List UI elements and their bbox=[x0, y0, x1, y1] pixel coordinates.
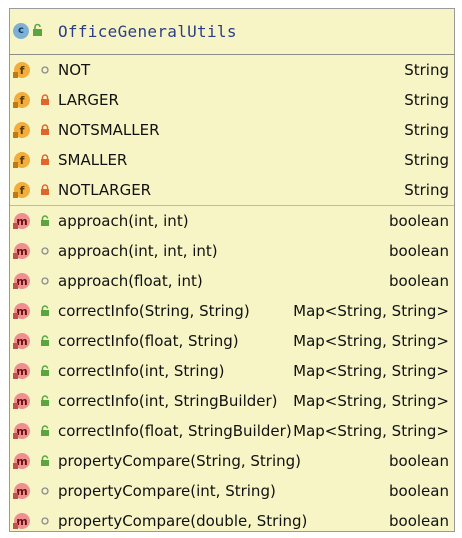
method-type: boolean bbox=[389, 482, 449, 500]
method-name: propertyCompare(int, String) bbox=[58, 482, 276, 500]
method-type: boolean bbox=[389, 512, 449, 530]
field-name: NOT bbox=[58, 61, 91, 79]
svg-text:f: f bbox=[20, 184, 25, 197]
field-name: LARGER bbox=[58, 91, 119, 109]
method-type: boolean bbox=[389, 242, 449, 260]
field-type: String bbox=[404, 151, 449, 169]
svg-text:f: f bbox=[20, 64, 25, 77]
method-icon: m bbox=[13, 303, 30, 319]
method-name: correctInfo(int, StringBuilder) bbox=[58, 392, 278, 410]
method-row: m correctInfo(float, StringBuilder) Map<St… bbox=[10, 416, 454, 446]
class-header: c OfficeGeneralUtils bbox=[10, 9, 454, 55]
method-row: m correctInfo(int, StringBuilder) Map<Stri… bbox=[10, 386, 454, 416]
class-name: OfficeGeneralUtils bbox=[58, 22, 237, 41]
method-row: m approach(float, int) boolean bbox=[10, 266, 454, 296]
public-lock-icon bbox=[41, 395, 49, 406]
method-type: Map<String, String> bbox=[293, 362, 449, 380]
field-type: String bbox=[404, 91, 449, 109]
method-type: boolean bbox=[389, 212, 449, 230]
method-row: m correctInfo(float, String) Map<String, S… bbox=[10, 326, 454, 356]
method-type: Map<String, String> bbox=[293, 392, 449, 410]
field-icon: f bbox=[13, 122, 30, 138]
method-row: m propertyCompare(String, String) boolean bbox=[10, 446, 454, 476]
class-diagram-card: c OfficeGeneralUtils f NOT String f LARGER St… bbox=[9, 8, 455, 532]
private-lock-icon bbox=[41, 94, 49, 105]
package-visibility-icon bbox=[41, 247, 49, 255]
field-icon: f bbox=[13, 152, 30, 168]
method-type: Map<String, String> bbox=[293, 332, 449, 350]
method-name: propertyCompare(String, String) bbox=[58, 452, 302, 470]
method-icon: m bbox=[13, 333, 30, 349]
public-lock-icon bbox=[41, 335, 49, 346]
svg-text:f: f bbox=[20, 94, 25, 107]
method-name: correctInfo(int, String) bbox=[58, 362, 225, 380]
public-lock-icon bbox=[41, 365, 49, 376]
method-row: m correctInfo(String, String) Map<String, … bbox=[10, 296, 454, 326]
method-name: correctInfo(String, String) bbox=[58, 302, 250, 320]
public-lock-icon bbox=[41, 215, 49, 226]
svg-text:f: f bbox=[20, 124, 25, 137]
private-lock-icon bbox=[41, 184, 49, 195]
class-icon: c bbox=[13, 23, 29, 39]
method-icon: m bbox=[13, 243, 30, 259]
svg-text:f: f bbox=[20, 154, 25, 167]
method-name: approach(int, int) bbox=[58, 212, 189, 230]
method-name: approach(float, int) bbox=[58, 272, 203, 290]
public-lock-icon bbox=[41, 425, 49, 436]
public-lock-icon bbox=[41, 305, 49, 316]
field-type: String bbox=[404, 61, 449, 79]
method-type: boolean bbox=[389, 272, 449, 290]
method-type: Map<String, String> bbox=[293, 422, 449, 440]
method-name: correctInfo(float, StringBuilder) bbox=[58, 422, 292, 440]
field-icon: f bbox=[13, 182, 30, 198]
field-name: NOTSMALLER bbox=[58, 121, 160, 139]
method-type: boolean bbox=[389, 452, 449, 470]
method-icon: m bbox=[13, 423, 30, 439]
field-type: String bbox=[404, 121, 449, 139]
field-row: f NOTSMALLER String bbox=[10, 115, 454, 145]
package-visibility-icon bbox=[41, 277, 49, 285]
method-icon: m bbox=[13, 273, 30, 289]
package-visibility-icon bbox=[41, 66, 49, 74]
fields-section: f NOT String f LARGER String f NOTSMALLER String… bbox=[10, 55, 454, 206]
method-name: approach(int, int, int) bbox=[58, 242, 218, 260]
method-name: correctInfo(float, String) bbox=[58, 332, 239, 350]
method-icon: m bbox=[13, 453, 30, 469]
field-name: NOTLARGER bbox=[58, 181, 152, 199]
field-row: f NOT String bbox=[10, 55, 454, 85]
public-lock-icon bbox=[41, 455, 49, 466]
field-type: String bbox=[404, 181, 449, 199]
method-row: m approach(int, int) boolean bbox=[10, 206, 454, 236]
private-lock-icon bbox=[41, 154, 49, 165]
methods-section: m approach(int, int) boolean m approach(int,… bbox=[10, 206, 454, 533]
method-icon: m bbox=[13, 363, 30, 379]
field-name: SMALLER bbox=[58, 151, 128, 169]
method-name: propertyCompare(double, String) bbox=[58, 512, 308, 530]
method-icon: m bbox=[13, 483, 30, 499]
field-icon: f bbox=[13, 92, 30, 108]
field-row: f SMALLER String bbox=[10, 145, 454, 175]
method-row: m correctInfo(int, String) Map<String, Str… bbox=[10, 356, 454, 386]
method-row: m propertyCompare(int, String) boolean bbox=[10, 476, 454, 506]
method-row: m approach(int, int, int) boolean bbox=[10, 236, 454, 266]
field-row: f LARGER String bbox=[10, 85, 454, 115]
public-lock-icon bbox=[33, 23, 42, 36]
method-icon: m bbox=[13, 213, 30, 229]
field-icon: f bbox=[13, 62, 30, 78]
method-row: m propertyCompare(double, String) boolean bbox=[10, 506, 454, 536]
method-type: Map<String, String> bbox=[293, 302, 449, 320]
private-lock-icon bbox=[41, 124, 49, 135]
package-visibility-icon bbox=[41, 487, 49, 495]
field-row: f NOTLARGER String bbox=[10, 175, 454, 205]
method-icon: m bbox=[13, 393, 30, 409]
method-icon: m bbox=[13, 513, 30, 529]
package-visibility-icon bbox=[41, 517, 49, 525]
